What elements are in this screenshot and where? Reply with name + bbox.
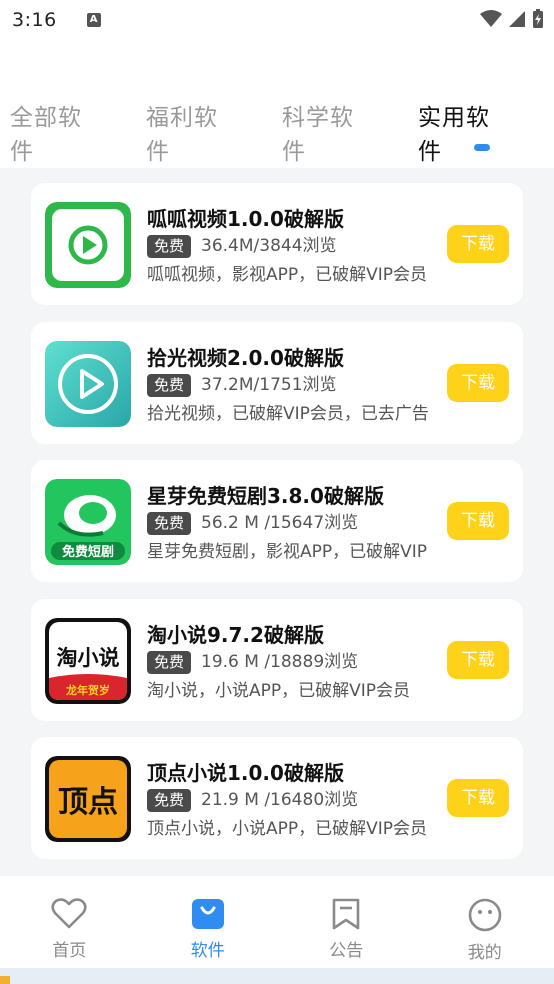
bag-icon	[191, 899, 224, 929]
nav-label: 首页	[52, 941, 87, 961]
nav-home[interactable]: 首页	[0, 876, 139, 968]
guagua-video-icon	[45, 202, 131, 288]
nav-label: 软件	[190, 941, 225, 961]
app-title: 呱呱视频1.0.0破解版	[147, 207, 344, 231]
app-meta: 37.2M/1751浏览	[201, 374, 337, 395]
bookmark-icon	[332, 898, 360, 930]
tab-utility-software[interactable]: 实用软件	[418, 98, 510, 165]
app-title: 星芽免费短剧3.8.0破解版	[147, 484, 384, 508]
tab-all-software[interactable]: 全部软件	[10, 98, 102, 165]
signal-icon	[509, 11, 525, 27]
download-button[interactable]: 下载	[447, 363, 509, 402]
app-description: 淘小说，小说APP，已破解VIP会员	[147, 680, 411, 701]
active-tab-indicator	[474, 144, 490, 151]
list-item[interactable]: 淘小说 龙年贺岁 淘小说9.7.2破解版 免费 19.6 M /18889浏览 …	[31, 598, 523, 721]
list-item[interactable]: 顶点 顶点小说1.0.0破解版 免费 21.9 M /16480浏览 顶点小说，…	[31, 737, 523, 859]
tab-welfare-software[interactable]: 福利软件	[146, 98, 238, 165]
free-badge: 免费	[147, 512, 192, 535]
app-list: 呱呱视频1.0.0破解版 免费 36.4M/3844浏览 呱呱视频，影视APP，…	[31, 183, 523, 876]
notification-icon: A	[86, 13, 101, 27]
download-button[interactable]: 下载	[447, 502, 509, 540]
app-meta: 19.6 M /18889浏览	[201, 651, 359, 672]
free-badge: 免费	[147, 650, 192, 674]
header: 全部软件 福利软件 科学软件 实用软件	[0, 40, 554, 168]
shiguang-video-icon	[45, 340, 131, 427]
status-icons	[480, 9, 544, 29]
list-item[interactable]: 免费短剧 星芽免费短剧3.8.0破解版 免费 56.2 M /15647浏览 星…	[31, 460, 523, 582]
app-title: 淘小说9.7.2破解版	[147, 622, 324, 647]
icon-label: 淘小说	[57, 646, 120, 670]
tab-science-software[interactable]: 科学软件	[282, 98, 374, 165]
icon-label: 顶点	[58, 785, 118, 820]
list-item[interactable]: 拾光视频2.0.0破解版 免费 37.2M/1751浏览 拾光视频，已破解VIP…	[31, 321, 523, 444]
app-title: 拾光视频2.0.0破解版	[147, 345, 344, 370]
free-badge: 免费	[147, 235, 192, 258]
icon-sublabel: 龙年贺岁	[65, 683, 110, 697]
download-button[interactable]: 下载	[447, 640, 509, 679]
app-description: 拾光视频，已破解VIP会员，已去广告	[147, 403, 429, 424]
icon-label: 免费短剧	[62, 544, 114, 560]
list-item[interactable]: 呱呱视频1.0.0破解版 免费 36.4M/3844浏览 呱呱视频，影视APP，…	[31, 183, 523, 305]
dingdian-novel-icon: 顶点	[45, 756, 131, 842]
system-gesture-bar	[0, 968, 554, 984]
app-description: 顶点小说，小说APP，已破解VIP会员	[147, 819, 428, 839]
bottom-nav: 首页 软件 公告 我的	[0, 876, 554, 968]
download-button[interactable]: 下载	[447, 779, 509, 817]
wifi-icon	[480, 10, 502, 27]
download-button[interactable]: 下载	[447, 225, 509, 263]
app-description: 呱呱视频，影视APP，已破解VIP会员	[147, 265, 428, 285]
free-badge: 免费	[147, 789, 192, 812]
heart-icon	[51, 898, 87, 929]
status-time: 3:16	[12, 9, 57, 31]
app-description: 星芽免费短剧，影视APP，已破解VIP	[147, 542, 428, 562]
app-meta: 56.2 M /15647浏览	[201, 513, 359, 533]
status-bar: 3:16 A	[0, 0, 554, 40]
free-badge: 免费	[147, 373, 192, 397]
app-meta: 21.9 M /16480浏览	[201, 790, 359, 810]
nav-label: 公告	[329, 941, 364, 961]
nav-announcements[interactable]: 公告	[277, 876, 416, 968]
nav-software[interactable]: 软件	[139, 876, 278, 968]
category-tabs: 全部软件 福利软件 科学软件 实用软件	[0, 98, 554, 165]
app-meta: 36.4M/3844浏览	[201, 236, 337, 256]
battery-icon	[533, 9, 543, 28]
xingya-drama-icon: 免费短剧	[45, 479, 131, 565]
nav-profile[interactable]: 我的	[416, 876, 554, 968]
smiley-icon	[468, 898, 502, 932]
nav-label: 我的	[467, 943, 502, 963]
tao-novel-icon: 淘小说 龙年贺岁	[45, 617, 131, 704]
app-title: 顶点小说1.0.0破解版	[147, 761, 344, 785]
